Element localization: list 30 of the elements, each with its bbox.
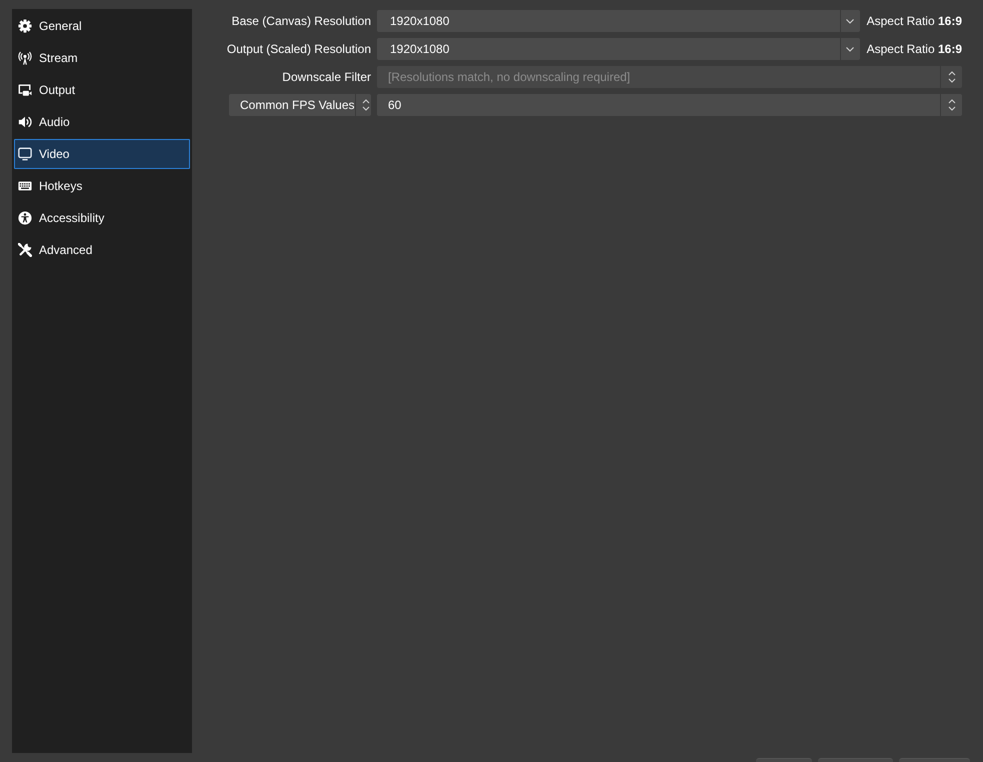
aspect-ratio-text: Aspect Ratio 16:9 [866,42,962,56]
screen-camera-icon [18,83,32,97]
sidebar-item[interactable]: General [14,11,190,41]
field-label: Base (Canvas) Resolution [232,14,371,28]
sidebar-item[interactable]: Output [14,75,190,105]
preset-select[interactable]: Common FPS Values [229,94,371,116]
field-label: Output (Scaled) Resolution [226,42,371,56]
antenna-icon [18,51,32,65]
wrench-screwdriver-icon [18,243,32,257]
monitor-icon [18,147,32,161]
up-down-chevron-icon [948,99,956,111]
chevron-down-icon [846,18,854,24]
up-down-chevron-icon [948,71,956,83]
gear-icon [18,19,32,33]
keyboard-icon [18,179,32,193]
sidebar-item[interactable]: Hotkeys [14,171,190,201]
aspect-ratio-text: Aspect Ratio 16:9 [866,14,962,28]
person-circle-icon [18,211,32,225]
up-down-chevron-icon [362,99,370,111]
chevron-down-icon [846,46,854,52]
resolution-combo-box[interactable]: 1920x1080 [377,10,860,32]
field-label: Downscale Filter [282,70,371,84]
sidebar-item[interactable]: Advanced [14,235,190,265]
sidebar-item[interactable]: Accessibility [14,203,190,233]
sidebar-item[interactable]: Audio [14,107,190,137]
select-field[interactable]: 60 [377,94,962,116]
sidebar-item[interactable]: Video [14,139,190,169]
resolution-combo-box[interactable]: 1920x1080 [377,38,860,60]
sidebar-item[interactable]: Stream [14,43,190,73]
speaker-icon [18,115,32,129]
